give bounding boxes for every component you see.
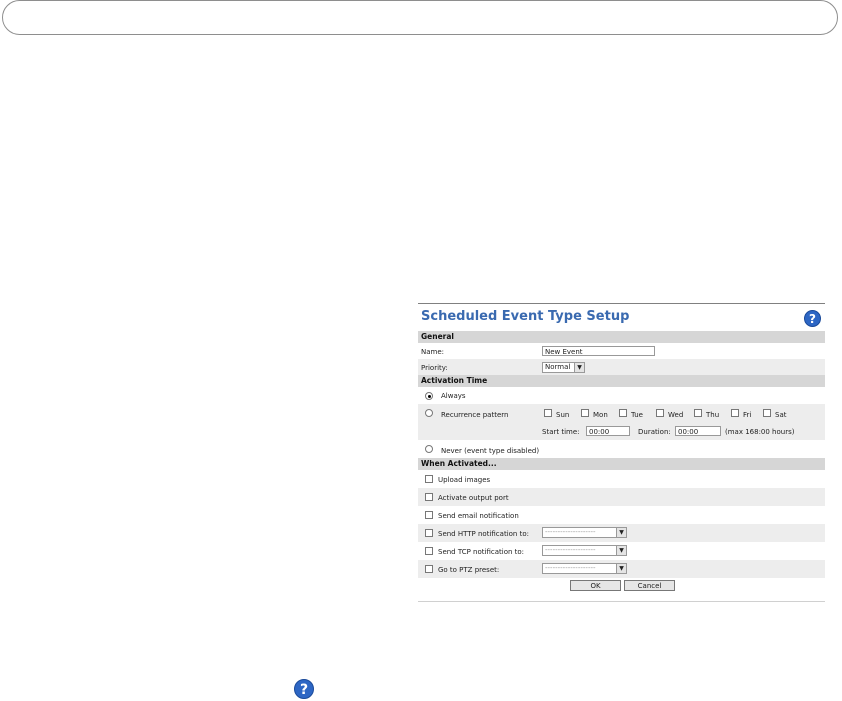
day-label-fri: Fri [743, 411, 752, 419]
section-activation-time: Activation Time [418, 375, 825, 387]
day-checkbox-sun[interactable] [544, 409, 552, 417]
tcp-select[interactable]: -------------------- ▼ [542, 545, 627, 556]
tcp-label: Send TCP notification to: [438, 548, 525, 556]
day-checkbox-fri[interactable] [731, 409, 739, 417]
email-row: Send email notification [418, 506, 825, 524]
ptz-checkbox[interactable] [425, 565, 433, 573]
help-icon[interactable]: ? [804, 310, 821, 327]
ok-button[interactable]: OK [570, 580, 621, 591]
tcp-checkbox[interactable] [425, 547, 433, 555]
day-label-tue: Tue [631, 411, 643, 419]
http-label: Send HTTP notification to: [438, 530, 529, 538]
chevron-down-icon: ▼ [574, 363, 584, 372]
output-row: Activate output port [418, 488, 825, 506]
panel-title-bar: Scheduled Event Type Setup ? [418, 304, 825, 331]
ptz-select-value: -------------------- [545, 564, 596, 572]
upload-label: Upload images [438, 476, 491, 484]
ptz-select[interactable]: -------------------- ▼ [542, 563, 627, 574]
name-label: Name: [421, 348, 445, 356]
section-when-activated: When Activated... [418, 458, 825, 470]
recurrence-row: Recurrence pattern Sun Mon Tue Wed Thu F… [418, 404, 825, 440]
always-row: Always [418, 387, 825, 404]
priority-label: Priority: [421, 364, 448, 372]
day-label-mon: Mon [593, 411, 608, 419]
tcp-row: Send TCP notification to: --------------… [418, 542, 825, 560]
start-time-input[interactable]: 00:00 [586, 426, 630, 436]
name-input[interactable]: New Event [542, 346, 655, 356]
http-checkbox[interactable] [425, 529, 433, 537]
priority-select[interactable]: Normal ▼ [542, 362, 585, 373]
http-select-value: -------------------- [545, 528, 596, 536]
day-checkbox-tue[interactable] [619, 409, 627, 417]
http-row: Send HTTP notification to: -------------… [418, 524, 825, 542]
panel-title: Scheduled Event Type Setup [421, 309, 630, 324]
cancel-button[interactable]: Cancel [624, 580, 675, 591]
always-radio[interactable] [425, 392, 433, 400]
never-radio[interactable] [425, 445, 433, 453]
start-time-label: Start time: [542, 428, 580, 436]
day-label-sat: Sat [775, 411, 787, 419]
always-label: Always [441, 392, 466, 400]
day-checkbox-mon[interactable] [581, 409, 589, 417]
day-label-thu: Thu [706, 411, 720, 419]
button-row: OK Cancel [418, 578, 825, 594]
day-label-wed: Wed [668, 411, 684, 419]
chevron-down-icon: ▼ [616, 528, 626, 537]
day-checkbox-wed[interactable] [656, 409, 664, 417]
name-row: Name: New Event [418, 343, 825, 359]
max-duration-note: (max 168:00 hours) [725, 428, 795, 436]
never-row: Never (event type disabled) [418, 440, 825, 458]
ptz-label: Go to PTZ preset: [438, 566, 500, 574]
recurrence-label: Recurrence pattern [441, 411, 509, 419]
upload-checkbox[interactable] [425, 475, 433, 483]
upload-row: Upload images [418, 470, 825, 488]
help-icon-bottom[interactable]: ? [294, 679, 314, 699]
day-checkbox-thu[interactable] [694, 409, 702, 417]
scheduled-event-setup-panel: Scheduled Event Type Setup ? General Nam… [418, 303, 825, 602]
priority-row: Priority: Normal ▼ [418, 359, 825, 375]
chevron-down-icon: ▼ [616, 546, 626, 555]
email-label: Send email notification [438, 512, 519, 520]
priority-value: Normal [545, 363, 571, 371]
section-general: General [418, 331, 825, 343]
output-checkbox[interactable] [425, 493, 433, 501]
duration-input[interactable]: 00:00 [675, 426, 721, 436]
day-checkbox-sat[interactable] [763, 409, 771, 417]
top-rounded-bar [2, 0, 838, 35]
output-label: Activate output port [438, 494, 509, 502]
recurrence-radio[interactable] [425, 409, 433, 417]
http-select[interactable]: -------------------- ▼ [542, 527, 627, 538]
tcp-select-value: -------------------- [545, 546, 596, 554]
chevron-down-icon: ▼ [616, 564, 626, 573]
ptz-row: Go to PTZ preset: -------------------- ▼ [418, 560, 825, 578]
day-label-sun: Sun [556, 411, 570, 419]
email-checkbox[interactable] [425, 511, 433, 519]
never-label: Never (event type disabled) [441, 447, 540, 455]
duration-label: Duration: [638, 428, 671, 436]
